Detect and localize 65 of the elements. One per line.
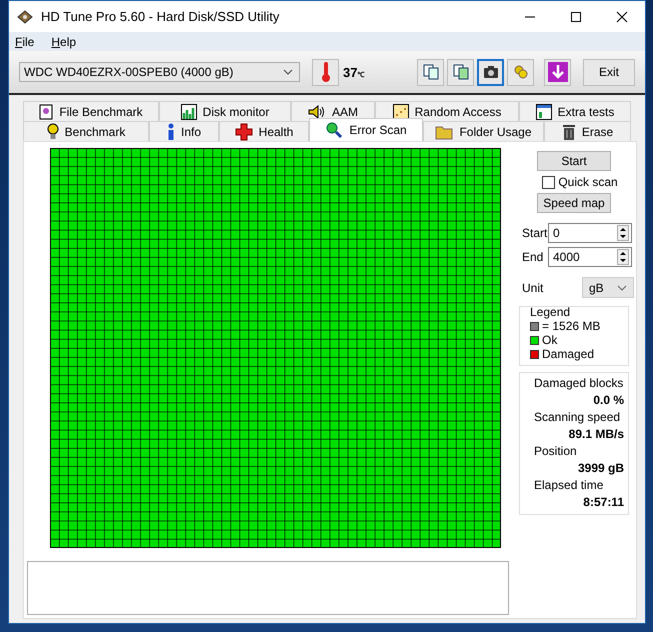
speaker-icon — [308, 104, 326, 118]
speed-map-button[interactable]: Speed map — [537, 193, 611, 213]
tab[interactable]: Extra tests — [519, 101, 631, 121]
stat-label: Damaged blocks — [534, 376, 624, 391]
tab[interactable]: Erase — [544, 121, 631, 141]
exit-button[interactable]: Exit — [583, 58, 635, 86]
tab[interactable]: Error Scan — [309, 118, 423, 141]
maximize-icon — [570, 10, 582, 22]
menu-item[interactable]: Help — [51, 34, 76, 48]
thermometer-button[interactable] — [312, 58, 339, 86]
stat-value: 8:57:11 — [582, 494, 624, 511]
start-button[interactable]: Start — [537, 151, 611, 171]
trash-icon — [562, 122, 576, 140]
legend-label: = 1526 MB — [542, 319, 600, 333]
start-field[interactable]: 0 — [548, 223, 632, 243]
window-icon — [536, 104, 552, 120]
close-icon — [616, 10, 628, 22]
stat-label: Scanning speed — [534, 410, 622, 425]
camera-button[interactable] — [477, 58, 504, 86]
stat-value: 0.0 % — [592, 392, 624, 409]
scatter-icon — [392, 104, 409, 120]
thermometer-icon — [320, 61, 330, 83]
stat-label: Position — [534, 444, 578, 459]
tab[interactable]: Random Access — [375, 101, 519, 121]
unit-dropdown[interactable]: gB — [582, 277, 634, 298]
field-label: End — [522, 250, 544, 264]
download-button[interactable] — [544, 58, 571, 86]
field-label: Start — [522, 226, 546, 240]
cross-icon — [234, 122, 253, 140]
copy-icon — [422, 64, 438, 80]
chevron-icon — [617, 284, 627, 290]
spinner-arrows-icon — [617, 225, 629, 241]
tab[interactable]: Disk monitor — [159, 101, 291, 121]
copy-icon — [452, 64, 468, 80]
stat-label: Elapsed time — [534, 478, 604, 493]
file-icon — [39, 104, 54, 120]
checkbox-label: Quick scan — [558, 175, 618, 189]
stat-value: 3999 gB — [576, 460, 624, 477]
copy-button[interactable] — [417, 58, 444, 86]
copy-all-button[interactable] — [447, 58, 474, 86]
camera-icon — [482, 65, 498, 79]
coins-icon — [512, 64, 528, 80]
tab[interactable]: Info — [149, 121, 219, 141]
menu-item[interactable]: File — [15, 34, 34, 48]
drive-dropdown[interactable]: WDC WD40EZRX-00SPEB0 (4000 gB) — [19, 62, 300, 82]
legend-title: Legend — [530, 305, 572, 319]
download-icon — [548, 62, 568, 82]
window-title: HD Tune Pro 5.60 - Hard Disk/SSD Utility — [41, 9, 280, 24]
legend-label: Ok — [542, 333, 558, 347]
info-icon — [166, 122, 175, 140]
tab[interactable]: Folder Usage — [423, 121, 544, 141]
spinner-arrows-icon — [617, 249, 629, 265]
tab[interactable]: Health — [219, 121, 309, 141]
end-field[interactable]: 4000 — [548, 247, 632, 267]
coins-button[interactable] — [507, 58, 534, 86]
bulb-icon — [46, 122, 59, 140]
stat-value: 89.1 MB/s — [568, 426, 624, 443]
bar-chart-icon — [180, 104, 197, 120]
checkbox[interactable] — [542, 176, 556, 188]
chevron-icon — [283, 69, 293, 75]
magnifier-icon — [325, 121, 344, 139]
legend-label: Damaged — [542, 347, 594, 361]
field-label: Unit — [522, 280, 544, 294]
tab[interactable]: File Benchmark — [23, 101, 159, 121]
tab[interactable]: Benchmark — [23, 121, 149, 141]
